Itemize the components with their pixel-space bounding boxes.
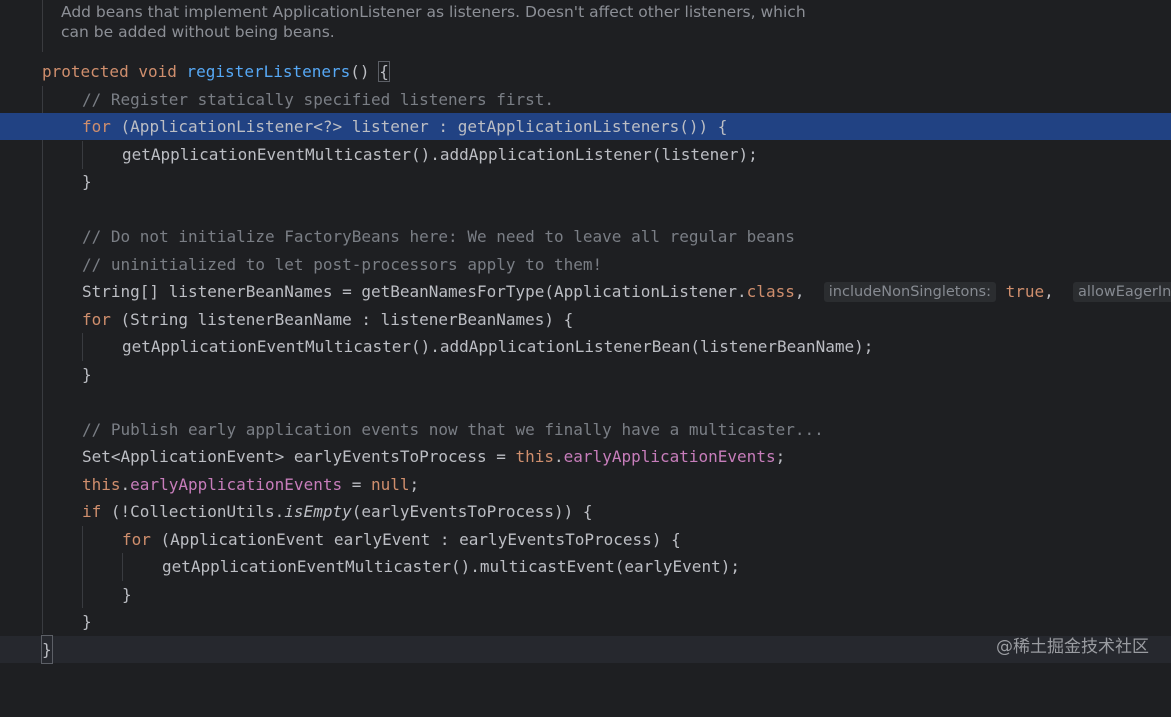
- code-text: (ApplicationListener<?> listener : getAp…: [110, 117, 728, 136]
- keyword: null: [371, 475, 410, 494]
- comment: // uninitialized to let post-processors …: [82, 255, 603, 274]
- code-line[interactable]: getApplicationEventMulticaster().multica…: [0, 553, 1171, 580]
- code-line[interactable]: for (ApplicationEvent earlyEvent : early…: [0, 526, 1171, 553]
- code-line[interactable]: protected void registerListeners() {: [0, 58, 1171, 85]
- keyword: void: [138, 62, 177, 81]
- code-text: getApplicationEventMulticaster().addAppl…: [122, 337, 874, 356]
- code-editor[interactable]: Add beans that implement ApplicationList…: [0, 0, 1171, 674]
- keyword: class: [746, 282, 795, 301]
- code-text: (earlyEventsToProcess)) {: [351, 502, 593, 521]
- code-line[interactable]: }: [0, 581, 1171, 608]
- field-name: earlyApplicationEvents: [563, 447, 776, 466]
- code-line[interactable]: }: [0, 361, 1171, 388]
- code-line[interactable]: // Register statically specified listene…: [0, 86, 1171, 113]
- code-line[interactable]: // uninitialized to let post-processors …: [0, 251, 1171, 278]
- keyword: this: [515, 447, 555, 466]
- code-text: (!CollectionUtils.: [101, 502, 285, 521]
- highlighted-code-line[interactable]: for (ApplicationListener<?> listener : g…: [0, 113, 1171, 140]
- code-line[interactable]: String[] listenerBeanNames = getBeanName…: [0, 278, 1171, 305]
- code-line[interactable]: Set<ApplicationEvent> earlyEventsToProce…: [0, 443, 1171, 470]
- code-line[interactable]: if (!CollectionUtils.isEmpty(earlyEvents…: [0, 498, 1171, 525]
- comment: // Publish early application events now …: [82, 420, 824, 439]
- code-text: getApplicationEventMulticaster().multica…: [162, 557, 740, 576]
- code-line[interactable]: getApplicationEventMulticaster().addAppl…: [0, 333, 1171, 360]
- keyword: true: [1005, 282, 1045, 301]
- javadoc-comment: Add beans that implement ApplicationList…: [42, 0, 863, 52]
- watermark: @稀土掘金技术社区: [996, 637, 1149, 657]
- matched-brace: {: [378, 61, 390, 82]
- code-text: }: [122, 585, 132, 604]
- code-text: ,: [794, 282, 815, 301]
- code-line[interactable]: }: [0, 608, 1171, 635]
- code-text: getApplicationEventMulticaster().addAppl…: [122, 145, 758, 164]
- code-line[interactable]: getApplicationEventMulticaster().addAppl…: [0, 141, 1171, 168]
- keyword: if: [82, 502, 102, 521]
- code-text: }: [82, 612, 92, 631]
- code-text: .: [554, 447, 564, 466]
- code-line[interactable]: }: [0, 168, 1171, 195]
- code-text: ;: [775, 447, 786, 466]
- code-text: String[] listenerBeanNames = getBeanName…: [82, 282, 747, 301]
- comment: // Do not initialize FactoryBeans here: …: [82, 227, 795, 246]
- code-text: ,: [1044, 282, 1064, 301]
- static-method-name: isEmpty: [284, 502, 352, 521]
- method-name: registerListeners: [186, 62, 351, 81]
- code-text: (ApplicationEvent earlyEvent : earlyEven…: [150, 530, 681, 549]
- code-text: =: [342, 475, 371, 494]
- parameter-hint: allowEagerInit:: [1073, 282, 1171, 302]
- code-line[interactable]: // Do not initialize FactoryBeans here: …: [0, 223, 1171, 250]
- comment: // Register statically specified listene…: [82, 90, 555, 109]
- field-name: earlyApplicationEvents: [130, 475, 343, 494]
- code-text: Set<ApplicationEvent> earlyEventsToProce…: [82, 447, 516, 466]
- code-text: .: [120, 475, 131, 494]
- code-line[interactable]: // Publish early application events now …: [0, 416, 1171, 443]
- keyword: for: [82, 310, 111, 329]
- code-line[interactable]: this.earlyApplicationEvents = null;: [0, 471, 1171, 498]
- keyword: protected: [42, 62, 129, 81]
- code-text: (String listenerBeanName : listenerBeanN…: [110, 310, 574, 329]
- parameter-hint: includeNonSingletons:: [823, 282, 996, 302]
- code-text: (): [350, 62, 380, 81]
- keyword: for: [122, 530, 151, 549]
- javadoc-line-2: can be added without being beans.: [61, 23, 335, 41]
- matched-brace: }: [41, 635, 53, 664]
- keyword: for: [82, 117, 111, 136]
- code-text: ;: [409, 475, 420, 494]
- keyword: this: [82, 475, 121, 494]
- javadoc-line-1: Add beans that implement ApplicationList…: [61, 3, 806, 21]
- code-text: }: [82, 172, 92, 191]
- code-text: }: [82, 365, 92, 384]
- code-line[interactable]: for (String listenerBeanName : listenerB…: [0, 306, 1171, 333]
